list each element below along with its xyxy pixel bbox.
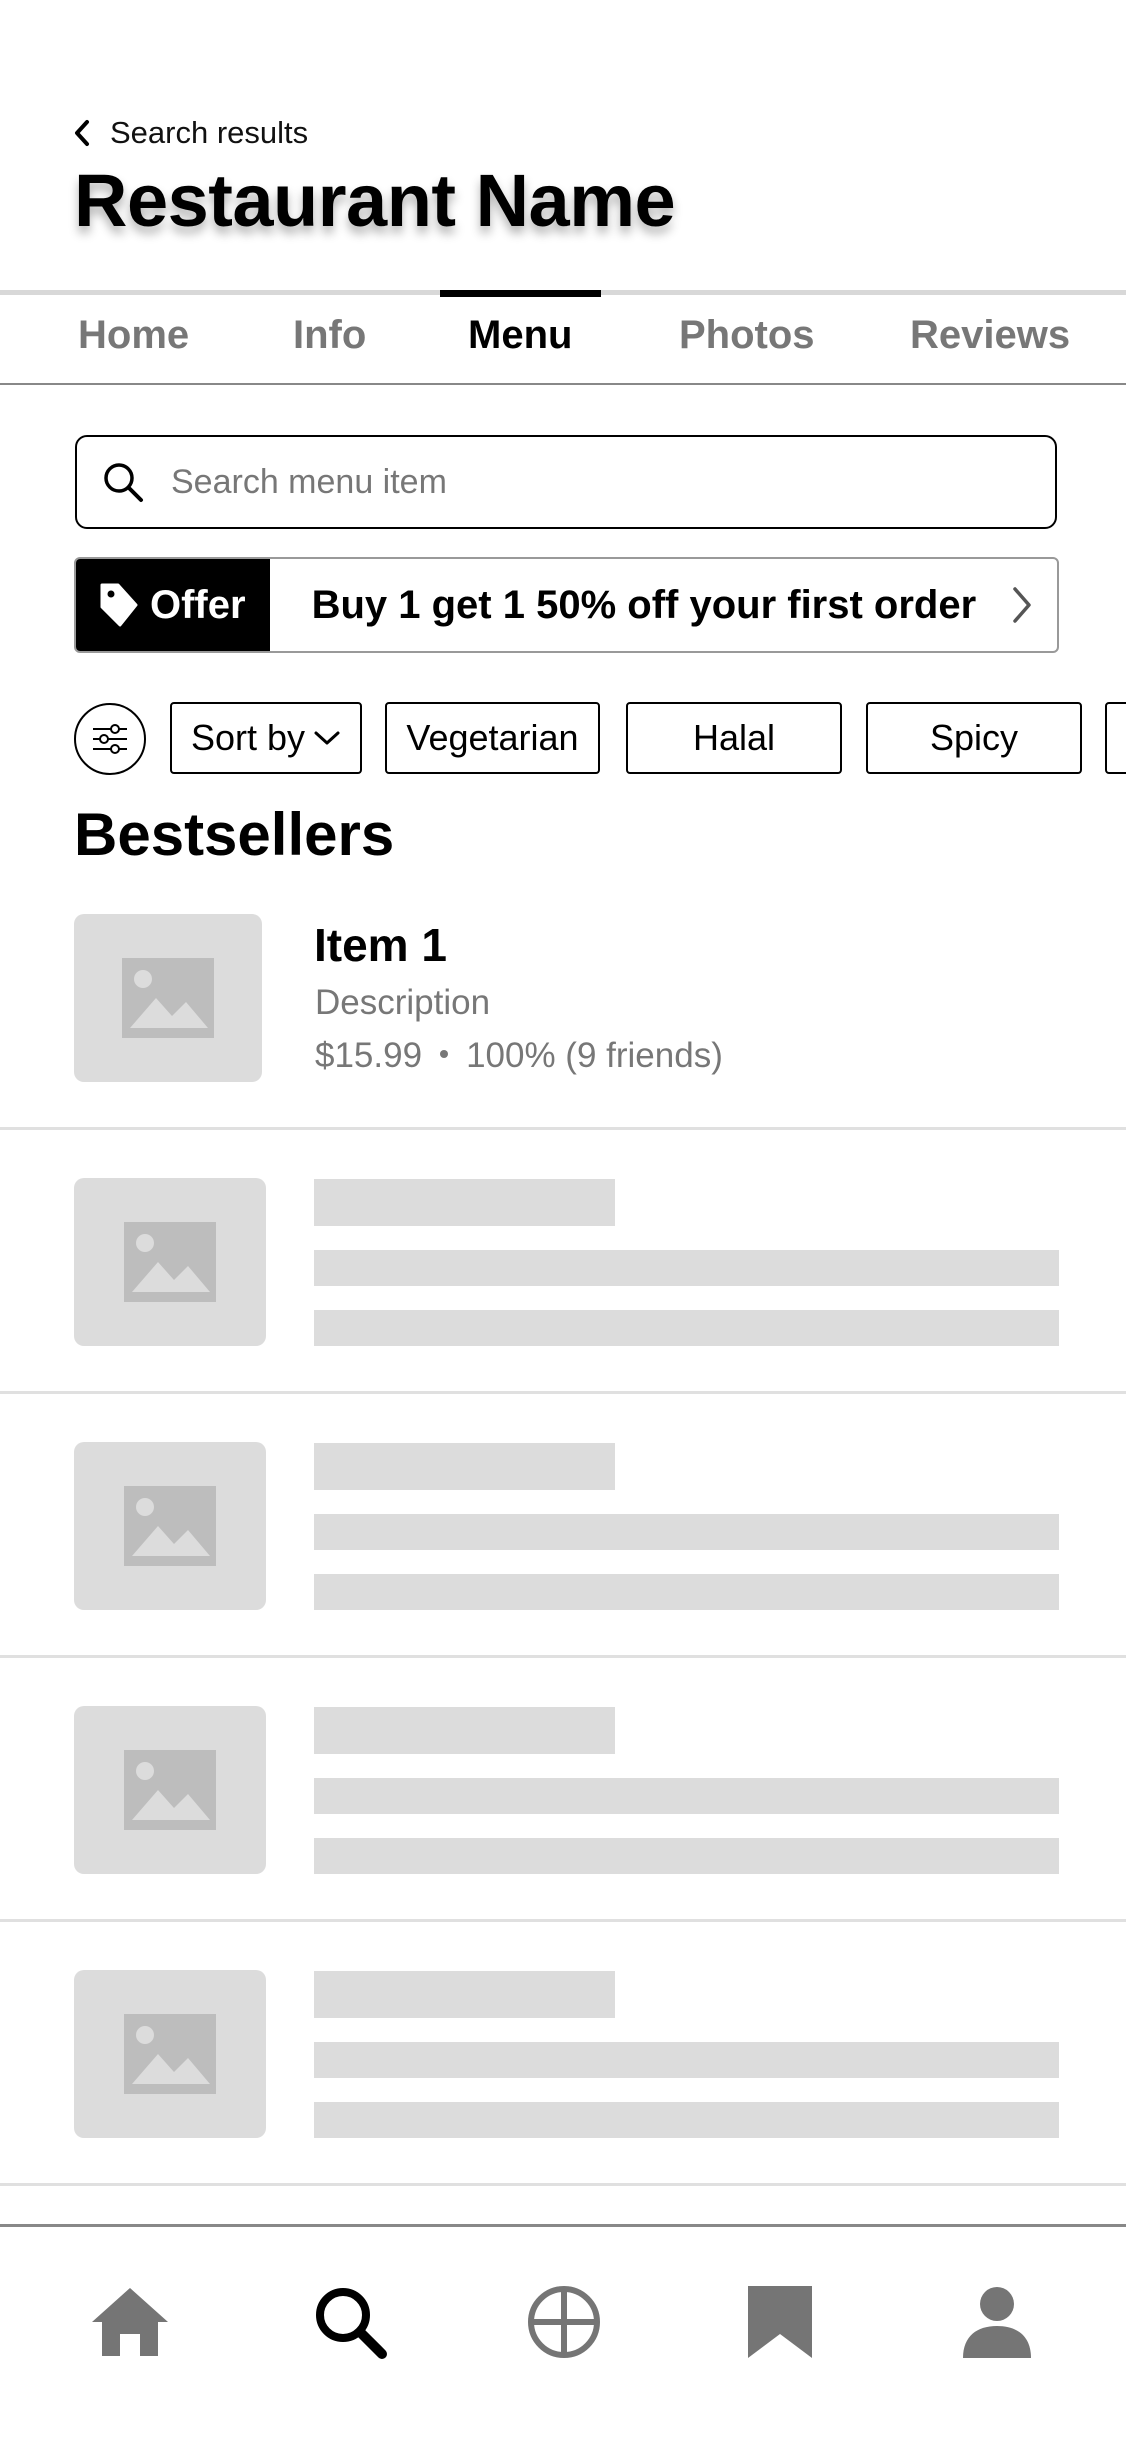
skeleton-title bbox=[314, 1179, 615, 1226]
chevron-left-icon bbox=[75, 120, 89, 146]
tab-home[interactable]: Home bbox=[78, 313, 189, 358]
offer-banner[interactable]: Offer Buy 1 get 1 50% off your first ord… bbox=[74, 557, 1059, 653]
search-icon bbox=[316, 2288, 387, 2359]
back-link[interactable]: Search results bbox=[72, 115, 308, 151]
vegetarian-chip[interactable]: Vegetarian bbox=[385, 702, 600, 774]
chevron-right-icon bbox=[1013, 587, 1031, 623]
bookmark-icon bbox=[748, 2286, 812, 2358]
skeleton-line bbox=[314, 1778, 1059, 1814]
halal-chip[interactable]: Halal bbox=[626, 702, 842, 774]
offer-text: Buy 1 get 1 50% off your first order bbox=[311, 582, 977, 627]
placeholder-thumbnail bbox=[74, 1442, 266, 1610]
sliders-icon bbox=[93, 724, 127, 754]
item-meta: $15.99 100% (9 friends) bbox=[315, 1036, 723, 1076]
tab-info[interactable]: Info bbox=[293, 313, 366, 358]
skeleton-line bbox=[314, 1310, 1059, 1346]
spicy-chip[interactable]: Spicy bbox=[866, 702, 1082, 774]
placeholder-thumbnail bbox=[74, 1178, 266, 1346]
skeleton-line bbox=[314, 1250, 1059, 1286]
tab-active-indicator bbox=[440, 290, 601, 297]
section-title-bestsellers: Bestsellers bbox=[74, 801, 395, 868]
sort-by-chip[interactable]: Sort by bbox=[170, 702, 362, 774]
list-divider bbox=[0, 1127, 1126, 1130]
list-divider bbox=[0, 1391, 1126, 1394]
home-icon bbox=[92, 2288, 168, 2356]
tab-menu[interactable]: Menu bbox=[468, 313, 572, 358]
tab-bar: Home Info Menu Photos Reviews bbox=[0, 295, 1126, 385]
image-placeholder-icon bbox=[124, 1750, 216, 1830]
profile-icon bbox=[963, 2287, 1031, 2358]
price-tag-icon bbox=[100, 583, 138, 627]
image-placeholder-icon bbox=[124, 2014, 216, 2094]
skeleton-title bbox=[314, 1443, 615, 1490]
nav-explore-button[interactable] bbox=[519, 2277, 609, 2367]
item-rating: 100% (9 friends) bbox=[466, 1036, 723, 1075]
filter-button[interactable] bbox=[74, 703, 146, 775]
placeholder-thumbnail bbox=[74, 1970, 266, 2138]
nav-search-button[interactable] bbox=[305, 2277, 395, 2367]
skeleton-line bbox=[314, 1838, 1059, 1874]
page-title: Restaurant Name bbox=[74, 159, 676, 242]
item-description: Description bbox=[315, 983, 491, 1022]
skeleton-title bbox=[314, 1707, 615, 1754]
search-box[interactable] bbox=[75, 435, 1057, 529]
list-divider bbox=[0, 2183, 1126, 2186]
image-placeholder-icon bbox=[122, 958, 214, 1038]
search-input[interactable] bbox=[169, 461, 993, 503]
item-thumbnail[interactable] bbox=[74, 914, 262, 1082]
skeleton-line bbox=[314, 2102, 1059, 2138]
bottom-nav bbox=[0, 2227, 1126, 2437]
image-placeholder-icon bbox=[124, 1486, 216, 1566]
more-filter-chip[interactable] bbox=[1105, 702, 1126, 774]
chevron-down-icon bbox=[314, 731, 340, 745]
search-icon bbox=[104, 463, 143, 502]
item-name[interactable]: Item 1 bbox=[314, 918, 447, 972]
placeholder-thumbnail bbox=[74, 1706, 266, 1874]
nav-profile-button[interactable] bbox=[952, 2277, 1042, 2367]
image-placeholder-icon bbox=[124, 1222, 216, 1302]
explore-icon bbox=[528, 2286, 600, 2358]
item-price: $15.99 bbox=[315, 1036, 423, 1075]
sort-by-label: Sort by bbox=[190, 717, 306, 758]
offer-chevron bbox=[987, 559, 1057, 651]
tab-reviews[interactable]: Reviews bbox=[910, 313, 1070, 358]
back-label: Search results bbox=[110, 115, 309, 150]
list-divider bbox=[0, 1919, 1126, 1922]
nav-home-button[interactable] bbox=[85, 2277, 175, 2367]
skeleton-line bbox=[314, 1514, 1059, 1550]
skeleton-title bbox=[314, 1971, 615, 2018]
offer-tag: Offer bbox=[76, 559, 270, 651]
separator-dot bbox=[440, 1050, 449, 1059]
skeleton-line bbox=[314, 1574, 1059, 1610]
nav-bookmark-button[interactable] bbox=[735, 2277, 825, 2367]
tab-photos[interactable]: Photos bbox=[679, 313, 815, 358]
offer-tag-label: Offer bbox=[150, 582, 246, 627]
list-divider bbox=[0, 1655, 1126, 1658]
skeleton-line bbox=[314, 2042, 1059, 2078]
